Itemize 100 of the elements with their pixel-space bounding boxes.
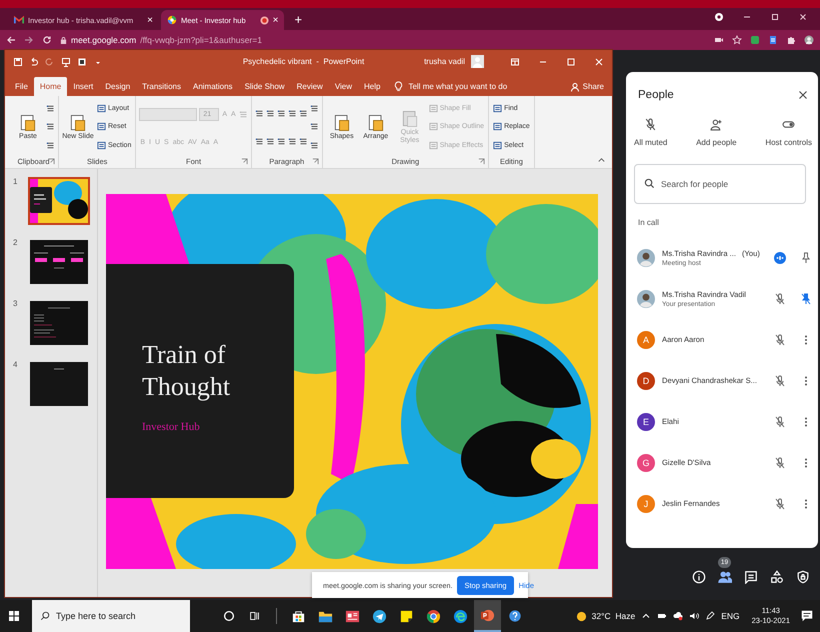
maximize-icon[interactable] xyxy=(566,56,576,66)
ribbon-tab[interactable]: Insert xyxy=(67,77,100,96)
mic-off-icon[interactable] xyxy=(774,374,786,386)
puzzle-icon[interactable] xyxy=(786,35,796,45)
panel-action-button[interactable]: All muted xyxy=(634,118,668,147)
people-icon xyxy=(718,570,732,584)
maximize-icon[interactable] xyxy=(770,12,780,22)
slide-thumbnail[interactable] xyxy=(28,360,90,408)
ribbon-tab[interactable]: Review xyxy=(290,77,329,96)
slide-number: 4 xyxy=(13,360,18,371)
command-icon[interactable] xyxy=(310,141,319,150)
url-field[interactable]: meet.google.com /ffq-vwqb-jzm?pli=1&authuser=1 xyxy=(60,35,706,45)
ribbon-tab[interactable]: File xyxy=(9,77,34,96)
presenter-icon[interactable] xyxy=(61,56,71,66)
person-icon xyxy=(570,82,580,92)
meeting-control-button[interactable] xyxy=(692,570,706,584)
command-icon[interactable] xyxy=(46,141,55,150)
shopping-bag-icon xyxy=(291,608,306,624)
command-icon[interactable] xyxy=(254,108,264,118)
share-button[interactable]: Share xyxy=(570,77,604,96)
document-icon[interactable] xyxy=(768,35,778,45)
ribbon-tab[interactable]: Home xyxy=(34,77,68,96)
pin-icon[interactable] xyxy=(800,292,812,304)
command-icon[interactable] xyxy=(276,108,286,118)
mic-off-icon[interactable] xyxy=(774,456,786,468)
undo-icon[interactable] xyxy=(29,56,39,66)
command-icon[interactable] xyxy=(298,136,308,146)
notifications-icon[interactable] xyxy=(800,609,814,623)
mic-off-icon[interactable] xyxy=(774,334,786,346)
mic-off-icon[interactable] xyxy=(774,416,786,428)
close-icon[interactable] xyxy=(798,12,808,22)
meet-icon xyxy=(167,15,177,25)
slideshow-icon[interactable] xyxy=(77,56,87,66)
cortana-icon[interactable] xyxy=(222,609,236,623)
paper-plane-icon xyxy=(372,608,387,624)
windows-start-icon[interactable] xyxy=(8,610,20,622)
panel-action-button[interactable]: Host controls xyxy=(765,118,812,147)
battery-icon[interactable] xyxy=(657,611,668,621)
tell-me-search[interactable]: Tell me what you want to do xyxy=(408,77,508,96)
slide-thumbnail[interactable] xyxy=(28,177,90,225)
powerpoint-icon xyxy=(480,608,495,622)
meeting-control-button[interactable] xyxy=(770,570,784,584)
weather-text[interactable]: 32°C Haze xyxy=(592,611,636,621)
user-name[interactable]: trusha vadil xyxy=(424,57,465,66)
save-icon[interactable] xyxy=(13,56,23,66)
newspaper-icon xyxy=(345,608,360,624)
dialog-launcher-icon[interactable] xyxy=(48,158,55,165)
slide-thumbnail[interactable] xyxy=(28,238,90,286)
command-icon[interactable] xyxy=(46,104,55,113)
command-icon[interactable] xyxy=(276,136,286,146)
shield-lock-icon xyxy=(796,570,810,584)
ribbon-tab[interactable]: View xyxy=(328,77,358,96)
back-icon[interactable] xyxy=(6,35,16,45)
command-icon[interactable] xyxy=(266,136,275,146)
profile-icon[interactable] xyxy=(714,12,724,22)
speaker-icon[interactable] xyxy=(689,611,700,621)
command-icon[interactable] xyxy=(288,136,297,146)
command-icon[interactable] xyxy=(310,122,319,132)
add-person-icon xyxy=(710,118,723,131)
reload-icon[interactable] xyxy=(42,35,52,45)
meeting-control-button[interactable] xyxy=(744,570,758,584)
ribbon-tab[interactable]: Transitions xyxy=(136,77,187,96)
slide-title: Train of Thought xyxy=(142,339,232,403)
new-tab-button[interactable]: + xyxy=(294,13,302,27)
task-view-icon[interactable] xyxy=(248,609,262,623)
avatar-icon[interactable] xyxy=(804,35,814,45)
slide-subtitle: Investor Hub xyxy=(142,421,201,433)
cloud-icon[interactable] xyxy=(673,611,684,621)
close-tab-button[interactable]: × xyxy=(147,14,153,26)
mic-off-icon[interactable] xyxy=(774,498,786,510)
meeting-control-button[interactable] xyxy=(796,570,810,584)
search-field[interactable]: Search for people xyxy=(634,164,806,204)
pen-icon[interactable] xyxy=(705,611,716,621)
help-icon[interactable] xyxy=(508,609,522,623)
command-icon xyxy=(68,112,88,133)
command-icon[interactable] xyxy=(254,136,264,146)
command-icon[interactable] xyxy=(288,108,297,118)
ribbon-tab[interactable]: Animations xyxy=(186,77,239,96)
ribbon-tab[interactable]: Slide Show xyxy=(238,77,291,96)
command-icon[interactable] xyxy=(298,108,308,118)
taskbar-search-field[interactable]: Type here to search xyxy=(32,600,190,632)
command-icon[interactable] xyxy=(310,104,319,113)
extension-icon[interactable] xyxy=(750,35,760,45)
mic-off-icon[interactable] xyxy=(774,292,786,304)
star-icon[interactable] xyxy=(732,35,742,45)
command-icon[interactable] xyxy=(46,122,55,132)
panel-action-button[interactable]: Add people xyxy=(696,118,737,147)
pin-icon[interactable] xyxy=(800,252,812,264)
command-icon[interactable] xyxy=(266,108,275,118)
ribbon-tab[interactable]: Help xyxy=(358,77,386,96)
mail-icon xyxy=(14,15,24,25)
ribbon-display-icon[interactable] xyxy=(510,56,520,66)
forward-icon[interactable] xyxy=(24,35,34,45)
close-icon[interactable] xyxy=(798,90,808,100)
cast-icon[interactable] xyxy=(714,35,724,45)
command-icon xyxy=(493,141,502,150)
slide-thumbnail[interactable] xyxy=(28,299,90,347)
close-tab-button[interactable]: × xyxy=(272,14,278,26)
ribbon-tab[interactable]: Design xyxy=(99,77,136,96)
language-indicator[interactable]: ENG xyxy=(721,611,740,621)
